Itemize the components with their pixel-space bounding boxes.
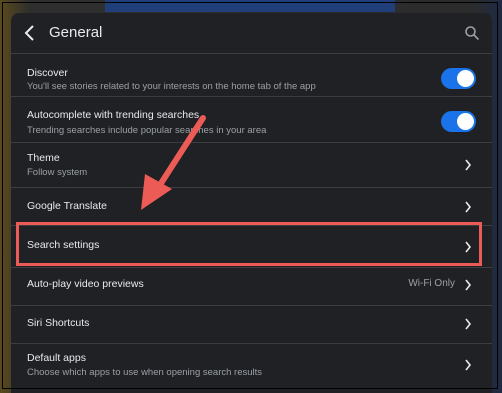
row-title: Autocomplete with trending searches [27,109,200,121]
chevron-right-icon [465,241,472,253]
chevron-right-icon [465,359,472,371]
chevron-right-icon [465,159,472,171]
row-subtitle: Trending searches include popular search… [27,125,267,136]
chevron-right-icon [465,318,472,330]
autoplay-value: Wi-Fi Only [408,278,455,289]
general-settings-panel: General Discover You'll see stories rela… [11,13,492,393]
row-autoplay[interactable]: Auto-play video previews Wi-Fi Only [11,267,492,305]
row-title: Default apps [27,352,86,364]
row-siri-shortcuts[interactable]: Siri Shortcuts [11,305,492,343]
row-title: Google Translate [27,200,107,212]
header: General [11,13,492,53]
row-title: Discover [27,67,68,79]
row-subtitle: Choose which apps to use when opening se… [27,367,263,378]
autocomplete-toggle[interactable] [441,111,476,132]
row-autocomplete[interactable]: Autocomplete with trending searches Tren… [11,96,492,142]
toggle-knob [457,70,474,87]
discover-toggle[interactable] [441,68,476,89]
row-title: Theme [27,152,60,164]
row-title: Siri Shortcuts [27,317,90,329]
chevron-left-icon[interactable] [23,24,37,42]
search-icon[interactable] [464,25,480,41]
toggle-knob [457,113,474,130]
row-default-apps[interactable]: Default apps Choose which apps to use wh… [11,343,492,393]
row-subtitle: You'll see stories related to your inter… [27,81,316,92]
row-title: Search settings [27,239,100,251]
background-strip [105,0,395,12]
row-discover[interactable]: Discover You'll see stories related to y… [11,53,492,96]
chevron-right-icon [465,201,472,213]
row-title: Auto-play video previews [27,278,144,290]
page-title: General [49,24,103,41]
row-subtitle: Follow system [27,167,88,178]
row-search-settings[interactable]: Search settings [11,225,492,267]
row-theme[interactable]: Theme Follow system [11,142,492,187]
chevron-right-icon [465,279,472,291]
row-google-translate[interactable]: Google Translate [11,187,492,225]
